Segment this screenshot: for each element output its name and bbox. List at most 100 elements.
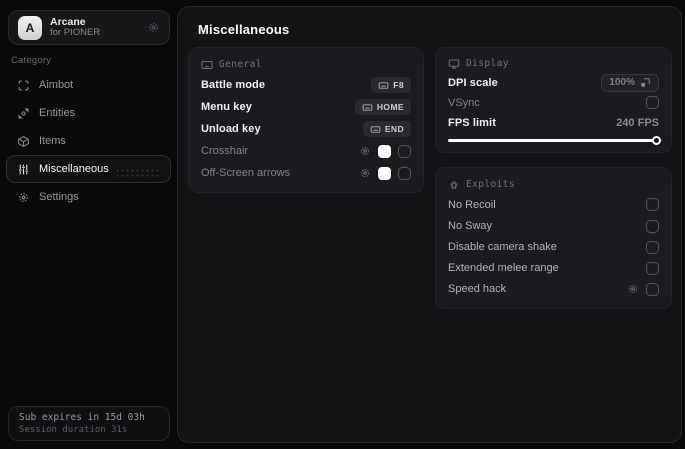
no-sway-label: No Sway (448, 220, 493, 232)
crosshair-color-swatch[interactable] (378, 144, 391, 158)
keyboard-icon (370, 124, 381, 135)
offscreen-color-swatch[interactable] (378, 166, 391, 180)
category-label: Category (11, 55, 52, 66)
app-meta: Arcane for PIONER (50, 16, 139, 39)
main-panel: Miscellaneous General Battle mode F8 Men… (177, 6, 682, 443)
sidebar-item-label: Aimbot (39, 79, 74, 91)
no-sway-row: No Sway (448, 215, 659, 236)
keyboard-icon (378, 80, 389, 91)
display-card: Display DPI scale 100% VSync FPS limit 2… (435, 47, 672, 153)
sidebar-item-items[interactable]: Items (6, 127, 171, 155)
slider-fill (448, 139, 659, 142)
battle-mode-label: Battle mode (201, 79, 266, 92)
orbit-icon (17, 107, 30, 120)
offscreen-arrows-label: Off-Screen arrows (201, 167, 291, 180)
general-card: General Battle mode F8 Menu key HOME Unl… (188, 47, 424, 193)
display-card-title: Display (466, 58, 509, 70)
sidebar-item-label: Entities (39, 107, 76, 119)
page-title: Miscellaneous (198, 22, 290, 37)
no-recoil-label: No Recoil (448, 198, 496, 211)
menu-key-row: Menu key HOME (201, 96, 411, 118)
unload-key-keybind[interactable]: END (362, 121, 411, 138)
crosshair-row: Crosshair (201, 140, 411, 162)
offscreen-controls (359, 166, 411, 180)
vsync-label: VSync (448, 96, 480, 109)
no-sway-checkbox[interactable] (646, 219, 659, 233)
offscreen-checkbox[interactable] (398, 166, 411, 180)
gear-icon (17, 191, 30, 204)
fps-limit-value: 240 FPS (616, 116, 659, 129)
crosshair-label: Crosshair (201, 145, 249, 158)
subscription-status-card: Sub expires in 15d 03h Session duration … (8, 406, 170, 441)
unload-key-key: END (384, 124, 404, 135)
no-recoil-checkbox[interactable] (646, 198, 659, 212)
fps-limit-label: FPS limit (448, 116, 496, 129)
vsync-checkbox[interactable] (646, 96, 659, 110)
sidebar-item-label: Settings (39, 191, 79, 203)
package-box-icon (17, 135, 30, 148)
app-window: A Arcane for PIONER Category Aimbot Enti… (0, 0, 685, 449)
fps-limit-row: FPS limit 240 FPS (448, 113, 659, 133)
unload-key-label: Unload key (201, 123, 261, 136)
monitor-icon (448, 58, 460, 70)
crosshair-scan-icon (17, 79, 30, 92)
sidebar-item-label: Items (39, 135, 66, 147)
general-card-title: General (219, 59, 262, 71)
decorative-dots (115, 168, 161, 177)
menu-key-key: HOME (376, 102, 404, 113)
sidebar-item-label: Miscellaneous (39, 163, 109, 175)
gear-icon[interactable] (359, 145, 371, 157)
extended-melee-range-row: Extended melee range (448, 258, 659, 279)
gear-icon[interactable] (147, 21, 160, 34)
gear-icon[interactable] (627, 283, 639, 295)
speed-hack-row: Speed hack (448, 279, 659, 300)
sliders-icon (17, 163, 30, 176)
crosshair-controls (359, 144, 411, 158)
sidebar-item-entities[interactable]: Entities (6, 99, 171, 127)
session-duration-text: Session duration 31s (19, 425, 128, 435)
exploits-card: Exploits No Recoil No Sway Disable camer… (435, 167, 672, 309)
menu-key-keybind[interactable]: HOME (354, 99, 411, 116)
gear-icon[interactable] (359, 167, 371, 179)
slider-knob[interactable] (652, 136, 661, 145)
disable-camera-shake-label: Disable camera shake (448, 241, 557, 254)
disable-camera-shake-checkbox[interactable] (646, 240, 659, 254)
bug-icon (448, 179, 460, 191)
general-card-header: General (201, 56, 411, 73)
sidebar-item-miscellaneous[interactable]: Miscellaneous (6, 155, 171, 183)
offscreen-arrows-row: Off-Screen arrows (201, 162, 411, 184)
exploits-card-header: Exploits (448, 176, 659, 193)
battle-mode-row: Battle mode F8 (201, 74, 411, 96)
crosshair-checkbox[interactable] (398, 144, 411, 158)
app-logo: A (18, 15, 42, 40)
vsync-row: VSync (448, 93, 659, 113)
category-nav: Aimbot Entities Items Miscellaneous Sett… (6, 71, 171, 211)
extended-melee-range-label: Extended melee range (448, 262, 559, 275)
dpi-scale-select[interactable]: 100% (601, 73, 659, 92)
unload-key-row: Unload key END (201, 118, 411, 140)
dpi-scale-value: 100% (609, 77, 635, 89)
fps-limit-slider[interactable] (448, 136, 661, 145)
display-card-header: Display (448, 56, 659, 72)
app-header-card: A Arcane for PIONER (8, 10, 170, 45)
speed-hack-checkbox[interactable] (646, 282, 659, 296)
speed-hack-label: Speed hack (448, 283, 507, 296)
exploits-card-title: Exploits (466, 179, 515, 191)
menu-key-label: Menu key (201, 101, 252, 114)
app-subtitle: for PIONER (50, 27, 101, 39)
sidebar: A Arcane for PIONER Category Aimbot Enti… (0, 0, 177, 449)
sidebar-item-aimbot[interactable]: Aimbot (6, 71, 171, 99)
speed-hack-controls (627, 282, 659, 296)
dpi-scale-label: DPI scale (448, 76, 498, 89)
no-recoil-row: No Recoil (448, 194, 659, 215)
extended-melee-range-checkbox[interactable] (646, 261, 659, 275)
disable-camera-shake-row: Disable camera shake (448, 237, 659, 258)
battle-mode-key: F8 (393, 80, 404, 91)
sidebar-item-settings[interactable]: Settings (6, 183, 171, 211)
sub-expiry-text: Sub expires in 15d 03h (19, 412, 145, 423)
dpi-scale-row: DPI scale 100% (448, 73, 659, 93)
scale-icon (640, 77, 651, 88)
keyboard-icon (362, 102, 373, 113)
keyboard-icon (201, 59, 213, 71)
battle-mode-keybind[interactable]: F8 (371, 77, 411, 94)
